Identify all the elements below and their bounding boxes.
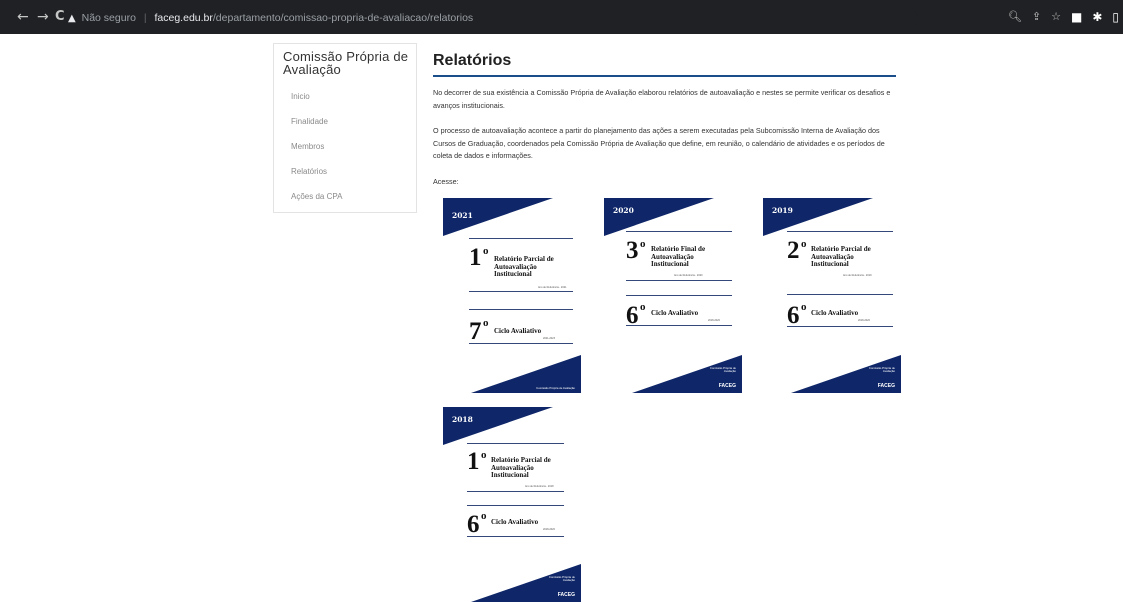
sidebar-item-inicio[interactable]: Inicio — [291, 92, 310, 101]
cycle-label: Ciclo Avaliativo — [491, 518, 539, 526]
insecure-label[interactable]: Não seguro — [82, 12, 136, 24]
faceg-logo: FACEG — [718, 383, 736, 389]
cycle-label: Ciclo Avaliativo — [811, 309, 859, 317]
forward-icon[interactable]: → — [37, 9, 49, 25]
report-reference-year: Ano de Referência - 2018 — [525, 485, 554, 488]
cycle-number-ordinal: o — [801, 301, 807, 313]
cover-footer-text: Comissão Própria de Avaliação — [536, 385, 575, 390]
report-number-ordinal: o — [801, 238, 807, 250]
cover-rule — [787, 326, 893, 327]
cycle-years: 2018-2020 — [858, 319, 870, 322]
cover-year: 2020 — [613, 206, 634, 215]
cover-rule — [467, 536, 564, 537]
cover-year: 2019 — [772, 206, 793, 215]
cover-footer-text: Comissão Própria de Avaliação — [868, 365, 895, 373]
cover-year: 2018 — [452, 415, 473, 424]
cover-footer-text: Comissão Própria de Avaliação — [709, 365, 736, 373]
sidebar-item-relatorios[interactable]: Relatórios — [291, 167, 327, 176]
intro-paragraph: No decorrer de sua existência a Comissão… — [433, 88, 891, 110]
report-number-ordinal: o — [483, 245, 489, 257]
share-icon[interactable]: ⇪ — [1032, 8, 1041, 26]
report-title: Relatório Parcial de Autoavaliação Insti… — [811, 245, 871, 268]
cycle-number-ordinal: o — [483, 317, 489, 329]
cover-top-banner — [443, 407, 553, 445]
cover-rule — [626, 231, 732, 232]
sidebar-item-acoes-cpa[interactable]: Ações da CPA — [291, 192, 342, 201]
report-number: 1 — [469, 244, 482, 271]
sidebar-item-membros[interactable]: Membros — [291, 142, 324, 151]
back-icon[interactable]: ← — [17, 9, 29, 25]
report-cover-2019[interactable]: 2019 2 o Relatório Parcial de Autoavalia… — [763, 198, 901, 393]
cycle-label: Ciclo Avaliativo — [651, 309, 699, 317]
sidebar-title: Comissão Própria de Avaliação — [283, 49, 409, 77]
cover-rule — [626, 295, 732, 296]
report-title: Relatório Parcial de Autoavaliação Insti… — [494, 255, 554, 278]
cover-rule — [626, 280, 732, 281]
title-divider — [433, 75, 896, 77]
browser-toolbar: ← → C ▲ Não seguro | faceg.edu.br/depart… — [0, 0, 1123, 34]
cover-rule — [469, 343, 573, 344]
cycle-label: Ciclo Avaliativo — [494, 327, 542, 335]
report-number-ordinal: o — [481, 449, 487, 461]
report-cover-2020[interactable]: 2020 3 o Relatório Final de Autoavaliaçã… — [604, 198, 742, 393]
side-panel-icon[interactable]: ▯ — [1112, 8, 1119, 26]
cover-rule — [467, 505, 564, 506]
cycle-years: 2018-2020 — [543, 528, 555, 531]
report-number: 2 — [787, 237, 800, 264]
reload-icon[interactable]: C — [55, 9, 65, 25]
cycle-number-ordinal: o — [640, 301, 646, 313]
faceg-logo: FACEG — [557, 592, 575, 598]
address-bar[interactable]: ▲ Não seguro | faceg.edu.br/departamento… — [68, 8, 918, 28]
cover-rule — [787, 294, 893, 295]
report-number: 3 — [626, 237, 639, 264]
report-reference-year: Ano de Referência - 2019 — [843, 274, 872, 277]
cover-rule — [469, 238, 573, 239]
cover-rule — [469, 309, 573, 310]
cycle-number: 7 — [469, 318, 482, 345]
cycle-years: 2018-2020 — [708, 319, 720, 322]
page-title: Relatórios — [433, 52, 512, 69]
cover-rule — [469, 291, 573, 292]
report-reference-year: Ano de Referência - 2020 — [674, 274, 703, 277]
cycle-number: 6 — [467, 511, 480, 538]
cover-footer-text: Comissão Própria de Avaliação — [548, 574, 575, 582]
report-title: Relatório Final de Autoavaliação Institu… — [651, 245, 706, 268]
cover-rule — [787, 231, 893, 232]
report-cover-2018[interactable]: 2018 1 o Relatório Parcial de Autoavalia… — [443, 407, 581, 602]
cover-year: 2021 — [452, 211, 473, 220]
sidebar: Comissão Própria de Avaliação Inicio Fin… — [273, 43, 417, 213]
report-reference-year: Ano de Referência - 2021 — [538, 286, 567, 289]
sidebar-item-finalidade[interactable]: Finalidade — [291, 117, 328, 126]
cycle-number: 6 — [787, 302, 800, 329]
address-domain: faceg.edu.br — [154, 12, 213, 24]
report-number: 1 — [467, 448, 480, 475]
address-path: /departamento/comissao-propria-de-avalia… — [212, 12, 474, 24]
cycle-number-ordinal: o — [481, 510, 487, 522]
cover-rule — [467, 443, 564, 444]
process-paragraph: O processo de autoavaliação acontece a p… — [433, 126, 885, 160]
reader-icon[interactable]: ■ — [1071, 8, 1082, 26]
cover-rule — [467, 491, 564, 492]
report-title: Relatório Parcial de Autoavaliação Insti… — [491, 456, 551, 479]
report-number-ordinal: o — [640, 238, 646, 250]
cover-rule — [626, 325, 732, 326]
zoom-icon[interactable]: 🔍︎ — [1008, 8, 1022, 26]
browser-tools: 🔍︎ ⇪ ☆ ■ ✱ ▯ — [1008, 8, 1119, 26]
cycle-years: 2021-2023 — [543, 337, 555, 340]
bookmark-star-icon[interactable]: ☆ — [1051, 8, 1061, 26]
extensions-icon[interactable]: ✱ — [1092, 8, 1102, 26]
faceg-logo: FACEG — [877, 383, 895, 389]
address-separator: | — [143, 12, 147, 24]
report-cover-2021[interactable]: 2021 1 o Relatório Parcial de Autoavalia… — [443, 198, 581, 393]
warning-icon[interactable]: ▲ — [68, 13, 76, 24]
access-label: Acesse: — [433, 177, 459, 186]
